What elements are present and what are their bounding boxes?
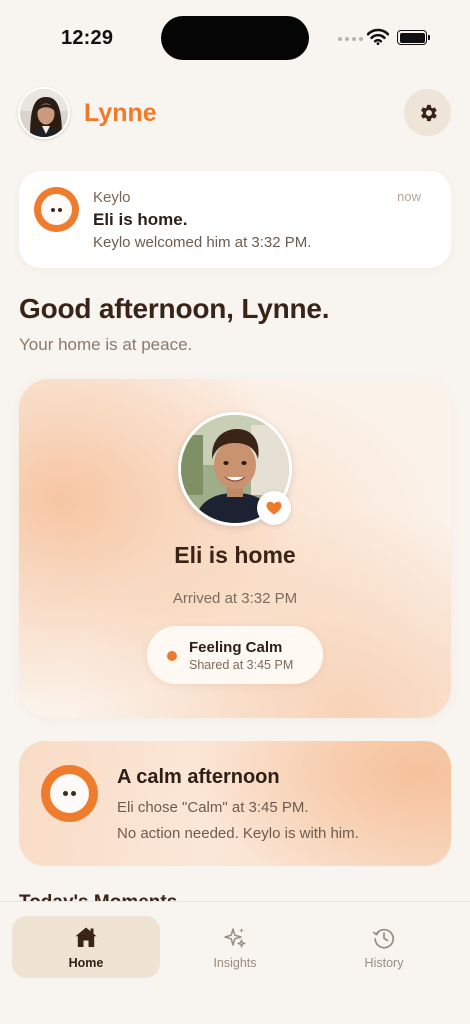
dynamic-island [161, 16, 309, 60]
tab-history-label: History [364, 956, 404, 970]
notification-body: Keylo welcomed him at 3:32 PM. [93, 234, 312, 251]
mood-dot-icon [167, 651, 177, 661]
calm-afternoon-card[interactable]: A calm afternoon Eli chose "Calm" at 3:4… [19, 741, 451, 866]
sparkles-icon [161, 926, 309, 950]
keylo-icon [41, 765, 98, 822]
tab-history[interactable]: History [310, 916, 458, 978]
user-avatar-image [20, 89, 68, 137]
mood-label: Feeling Calm [189, 639, 283, 656]
greeting-subtitle: Your home is at peace. [19, 335, 193, 354]
username: Lynne [84, 99, 157, 127]
home-icon [12, 926, 160, 948]
tab-insights-label: Insights [213, 956, 257, 970]
notification-time: now [397, 189, 421, 204]
user-avatar[interactable] [18, 87, 70, 139]
child-status: Eli is home [174, 542, 296, 568]
notification-app-name: Keylo [93, 189, 131, 206]
keylo-icon [34, 187, 79, 232]
tab-home-label: Home [68, 956, 104, 970]
tab-home[interactable]: Home [12, 916, 160, 978]
settings-button[interactable] [404, 89, 451, 136]
signal-icon [338, 37, 363, 41]
presence-card[interactable]: Eli is home Arrived at 3:32 PM Feeling C… [19, 379, 451, 718]
heart-icon [266, 501, 282, 515]
history-icon [310, 926, 458, 950]
calm-card-line1: Eli chose "Calm" at 3:45 PM. [117, 799, 309, 816]
tab-insights[interactable]: Insights [161, 916, 309, 978]
wifi-icon [367, 28, 389, 45]
greeting-title: Good afternoon, Lynne. [19, 293, 330, 324]
calm-card-line2: No action needed. Keylo is with him. [117, 825, 359, 842]
mood-pill[interactable]: Feeling Calm Shared at 3:45 PM [147, 626, 323, 684]
status-bar: 12:29 [0, 0, 470, 76]
status-time: 12:29 [61, 27, 114, 49]
notification-title: Eli is home. [93, 210, 188, 229]
heart-badge [257, 491, 291, 525]
gear-icon [420, 104, 437, 121]
notification-banner[interactable]: Keylo now Eli is home. Keylo welcomed hi… [19, 171, 451, 268]
battery-icon [397, 30, 430, 45]
home-screen: 12:29 Lynne Keylo now Eli is home. Keylo… [0, 0, 470, 1024]
tab-bar: Home Insights History [0, 901, 470, 1024]
calm-card-title: A calm afternoon [117, 766, 280, 788]
arrival-time: Arrived at 3:32 PM [172, 590, 298, 607]
mood-time: Shared at 3:45 PM [189, 658, 294, 672]
